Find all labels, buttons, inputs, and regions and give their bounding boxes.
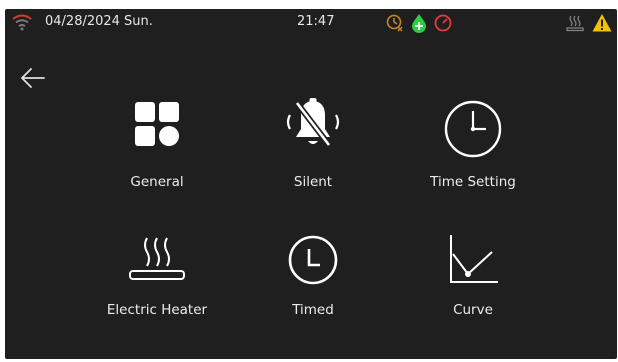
pump-status-icon [412,14,426,33]
menu-item-timed[interactable]: Timed [248,222,378,342]
menu-item-time-setting[interactable]: Time Setting [408,94,538,214]
menu-item-electric-heater-label: Electric Heater [106,302,208,318]
curve-chart-icon [450,235,498,283]
menu-item-curve[interactable]: Curve [408,222,538,342]
screen: 04/28/2024 Sun. 21:47 General Silent Tim… [5,9,617,359]
menu-item-silent-label: Silent [293,174,333,190]
heater-status-icon [566,15,584,32]
clock-icon [444,100,502,158]
menu-item-electric-heater[interactable]: Electric Heater [92,222,222,342]
status-time: 21:47 [297,14,335,29]
compressor-status-icon [434,14,452,32]
menu-item-silent[interactable]: Silent [248,94,378,214]
bell-off-icon [286,98,340,147]
back-arrow-icon[interactable] [19,65,47,91]
menu-item-general-label: General [130,174,184,190]
warning-icon [592,14,612,32]
general-grid-icon [135,102,179,146]
heater-icon [129,237,185,280]
status-bar: 04/28/2024 Sun. 21:47 [5,9,617,37]
timer-icon [288,235,338,285]
menu-item-curve-label: Curve [453,302,493,318]
wifi-icon [12,14,32,31]
menu-item-general[interactable]: General [92,94,222,214]
menu-item-time-setting-label: Time Setting [430,174,516,190]
status-date: 04/28/2024 Sun. [45,14,153,29]
menu-item-timed-label: Timed [292,302,334,318]
defrost-status-icon [386,14,403,32]
